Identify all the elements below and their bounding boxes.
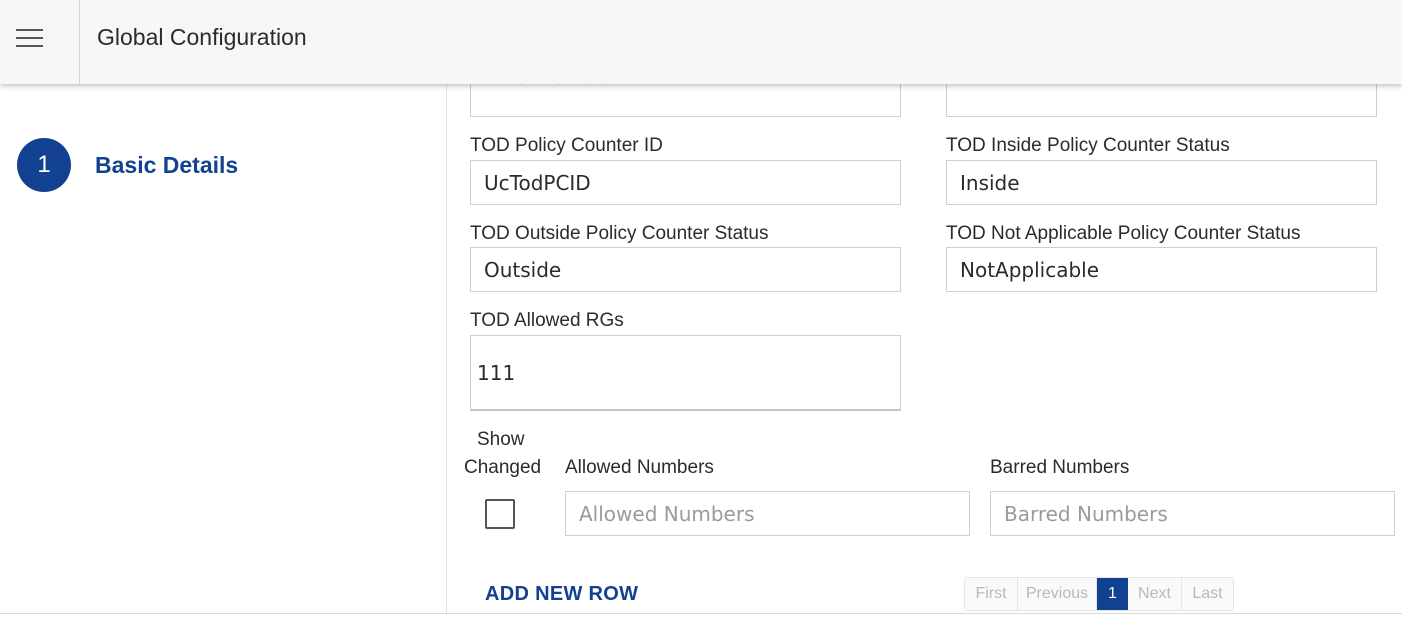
tod-outside-status-input[interactable]: Outside	[470, 247, 901, 292]
tod-not-applicable-status-label: TOD Not Applicable Policy Counter Status	[946, 223, 1301, 244]
stepper-panel: 1 Basic Details	[0, 84, 447, 614]
barred-numbers-header: Barred Numbers	[990, 457, 1130, 478]
app-header: Global Configuration	[0, 0, 1402, 84]
tod-allowed-rgs-label: TOD Allowed RGs	[470, 310, 624, 331]
allowed-numbers-header: Allowed Numbers	[565, 457, 714, 478]
step-label-basic-details[interactable]: Basic Details	[95, 152, 238, 179]
pagination-previous-button[interactable]: Previous	[1018, 578, 1097, 610]
pagination-first-button[interactable]: First	[965, 578, 1018, 610]
tod-outside-status-value: Outside	[484, 257, 562, 282]
pagination-current-page[interactable]: 1	[1097, 578, 1128, 610]
step-number-badge[interactable]: 1	[17, 138, 71, 192]
show-changed-header-line1: Show	[477, 429, 525, 450]
barred-numbers-placeholder: Barred Numbers	[1004, 501, 1168, 526]
bottom-divider	[0, 613, 1402, 614]
pagination: First Previous 1 Next Last	[964, 577, 1234, 611]
show-changed-checkbox[interactable]	[485, 499, 515, 529]
tod-policy-counter-id-label: TOD Policy Counter ID	[470, 135, 663, 156]
tod-not-applicable-status-value: NotApplicable	[960, 257, 1100, 282]
show-changed-header-line2: Changed	[464, 457, 542, 478]
tod-policy-counter-id-value: UcTodPCID	[484, 170, 591, 195]
pagination-last-button[interactable]: Last	[1182, 578, 1233, 610]
tod-inside-status-value: Inside	[960, 170, 1020, 195]
add-new-row-button[interactable]: ADD NEW ROW	[485, 583, 638, 606]
allowed-numbers-placeholder: Allowed Numbers	[579, 501, 755, 526]
tod-outside-status-label: TOD Outside Policy Counter Status	[470, 223, 769, 244]
tod-allowed-rgs-value: 111	[477, 360, 516, 385]
tod-inside-status-label: TOD Inside Policy Counter Status	[946, 135, 1230, 156]
tod-policy-counter-id-input[interactable]: UcTodPCID	[470, 160, 901, 205]
tod-not-applicable-status-input[interactable]: NotApplicable	[946, 247, 1377, 292]
allowed-numbers-input[interactable]: Allowed Numbers	[565, 491, 970, 536]
page-title: Global Configuration	[97, 24, 307, 50]
tod-allowed-rgs-textarea[interactable]: 111	[470, 335, 901, 411]
tod-inside-status-input[interactable]: Inside	[946, 160, 1377, 205]
pagination-next-button[interactable]: Next	[1128, 578, 1182, 610]
hamburger-menu-icon[interactable]	[0, 0, 80, 84]
barred-numbers-input[interactable]: Barred Numbers	[990, 491, 1395, 536]
